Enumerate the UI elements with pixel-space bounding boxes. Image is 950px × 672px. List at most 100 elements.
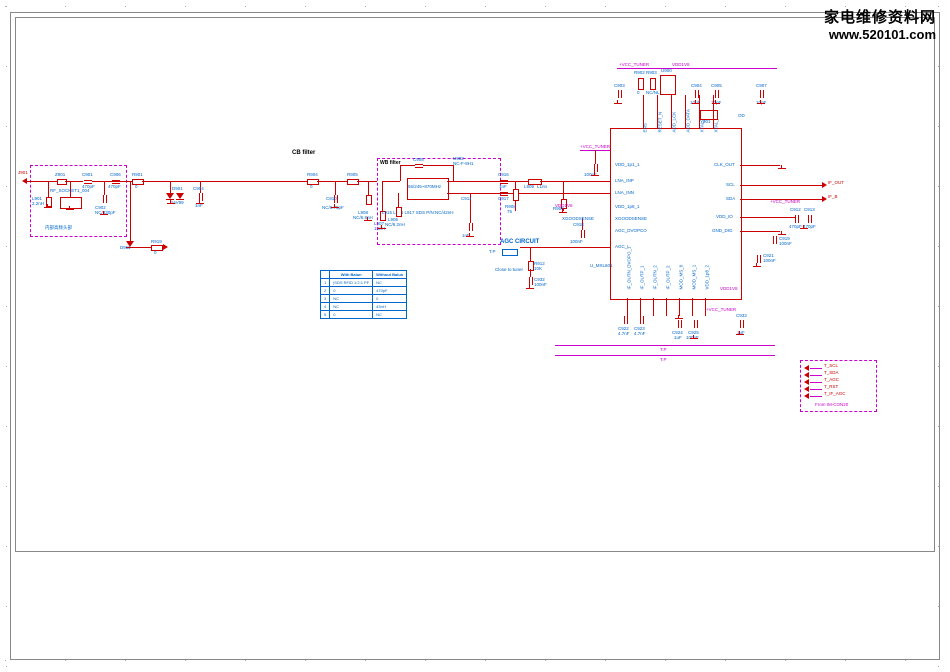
r908 bbox=[513, 189, 519, 201]
wire-c908-1 bbox=[400, 165, 401, 181]
wire-r912-stub bbox=[530, 247, 531, 261]
c922-val: 4.7nF bbox=[618, 331, 630, 336]
c921 bbox=[757, 255, 761, 263]
tp-rail-2-lbl: T.P bbox=[660, 357, 667, 362]
rf-socket-ref: RF_SOCKET1_004 bbox=[50, 188, 90, 193]
c904t-ref: C904 bbox=[691, 83, 702, 88]
wire-agc-i bbox=[520, 247, 610, 248]
agc-tp bbox=[502, 249, 518, 256]
rf-input-port-label: J901 bbox=[18, 170, 28, 175]
tp-rail-2 bbox=[555, 355, 775, 356]
r903-ref: R903 bbox=[646, 70, 657, 75]
wire-l901-stub bbox=[48, 181, 49, 197]
r901-val: 0 bbox=[135, 184, 138, 189]
pin-scl: SCL bbox=[726, 182, 735, 187]
pin-if-outp-1: IF_OUTP_1 bbox=[640, 265, 645, 289]
pin-if-outn-1: IF_OUTN_DVOPO_1 bbox=[627, 246, 632, 289]
legend-h1: With Balun bbox=[330, 271, 373, 279]
legend-h0 bbox=[321, 271, 330, 279]
r904-ref: R904 bbox=[307, 172, 318, 177]
bus-s3 bbox=[810, 382, 822, 383]
bead-z901-ref: Z901 bbox=[55, 172, 65, 177]
agc-tp-lbl: T.P bbox=[489, 249, 496, 254]
wire-bot-1 bbox=[627, 298, 628, 316]
c907-ref: C907 bbox=[756, 83, 767, 88]
vcc-tuner-right: +VCC_TUNER bbox=[770, 199, 800, 204]
c921-val: 100nF bbox=[763, 258, 776, 263]
bus-p3-port bbox=[804, 379, 809, 385]
c925 bbox=[694, 320, 698, 328]
gnd-d901 bbox=[167, 203, 175, 209]
wire-bot-5 bbox=[679, 298, 680, 316]
ruler-top bbox=[5, 6, 945, 12]
c932 bbox=[529, 277, 533, 285]
c918 bbox=[581, 230, 585, 238]
r905 bbox=[347, 179, 359, 185]
if-out-p-port bbox=[822, 182, 827, 188]
r912-val: 10K bbox=[534, 266, 542, 271]
legend-table: With Balun Without Balun 1 |SDS RFID 1:2… bbox=[320, 270, 407, 319]
u900 bbox=[660, 75, 676, 95]
wire-cb-in bbox=[222, 181, 307, 182]
wire-clkout bbox=[740, 165, 780, 166]
tp-rail-1-lbl: T.P bbox=[660, 347, 667, 352]
pin-lna-inn: LNA_INN bbox=[615, 190, 634, 195]
y901-ref: Y901 bbox=[700, 119, 711, 124]
bus-p2-port bbox=[804, 372, 809, 378]
d901-a bbox=[166, 193, 174, 199]
wire-rfin-2 bbox=[65, 181, 83, 182]
vdd1v8-net: VDD1V8 bbox=[555, 203, 573, 208]
c908-ref: C908 bbox=[413, 157, 424, 162]
sheet-border-inner bbox=[15, 17, 935, 552]
bus-s4 bbox=[810, 389, 822, 390]
ruler-bottom bbox=[5, 660, 945, 666]
if-out-n-port bbox=[822, 196, 827, 202]
legend-row-3: 3 NC 0 bbox=[321, 295, 407, 303]
l906-val: NC/6.2nH bbox=[385, 222, 405, 227]
ic-ref: U_MXL601 bbox=[590, 263, 613, 268]
c903 bbox=[618, 90, 622, 98]
u902-desc: 56/245~870MHz bbox=[408, 184, 441, 189]
wire-rfin-1 bbox=[27, 181, 57, 182]
c906-val: 470pF bbox=[108, 184, 121, 189]
xgoodsense-text: XGOODSENSE bbox=[562, 216, 594, 221]
c923-val: 4.7nF bbox=[634, 331, 646, 336]
c905 bbox=[715, 90, 719, 98]
gnd-l901 bbox=[44, 207, 52, 213]
c918-ref: C918 bbox=[573, 222, 584, 227]
tp-rail-1 bbox=[555, 345, 775, 346]
wire-top-4 bbox=[685, 95, 686, 128]
r905-ref: R905 bbox=[347, 172, 358, 177]
c910-ref: C910 bbox=[326, 196, 337, 201]
wire-c908-2 bbox=[400, 165, 415, 166]
gnd-c933 bbox=[736, 334, 744, 340]
wire-vcc-left-2 bbox=[595, 150, 596, 164]
c918-val: 100nF bbox=[570, 239, 583, 244]
c924-val: 1uF bbox=[674, 335, 682, 340]
c912 bbox=[795, 215, 799, 223]
wire-c908-3 bbox=[423, 165, 453, 166]
r904 bbox=[307, 179, 319, 185]
l906 bbox=[396, 207, 402, 217]
l909-val: L1nn bbox=[537, 184, 547, 189]
wire-c902-stub bbox=[104, 181, 105, 195]
if-out-n-lbl: IF_B bbox=[828, 194, 838, 199]
pin-mod-ms1: MOD_MS_1 bbox=[692, 265, 697, 290]
bus-conn-title: From IM-CON20 bbox=[815, 402, 848, 407]
gnd-c921 bbox=[753, 266, 761, 272]
wire-r919-1 bbox=[133, 247, 151, 248]
wire-c910-stub bbox=[335, 181, 336, 195]
pin-reset-n: RESET_N bbox=[658, 112, 663, 133]
r919-val: 0 bbox=[154, 250, 157, 255]
r919-out-port bbox=[163, 244, 168, 250]
wire-top-1 bbox=[643, 95, 644, 128]
wire-d911-stub bbox=[130, 181, 131, 241]
c922 bbox=[624, 316, 628, 324]
vcc-tuner-top: +VCC_TUNER bbox=[619, 62, 649, 67]
r919-ref: R919 bbox=[151, 239, 162, 244]
pin-sda: SDA bbox=[726, 196, 735, 201]
if-out-p-lbl: IF_OUT bbox=[828, 180, 844, 185]
bus-s1 bbox=[810, 368, 822, 369]
gnd-c912 bbox=[800, 228, 808, 234]
wire-top-rail bbox=[617, 68, 777, 69]
